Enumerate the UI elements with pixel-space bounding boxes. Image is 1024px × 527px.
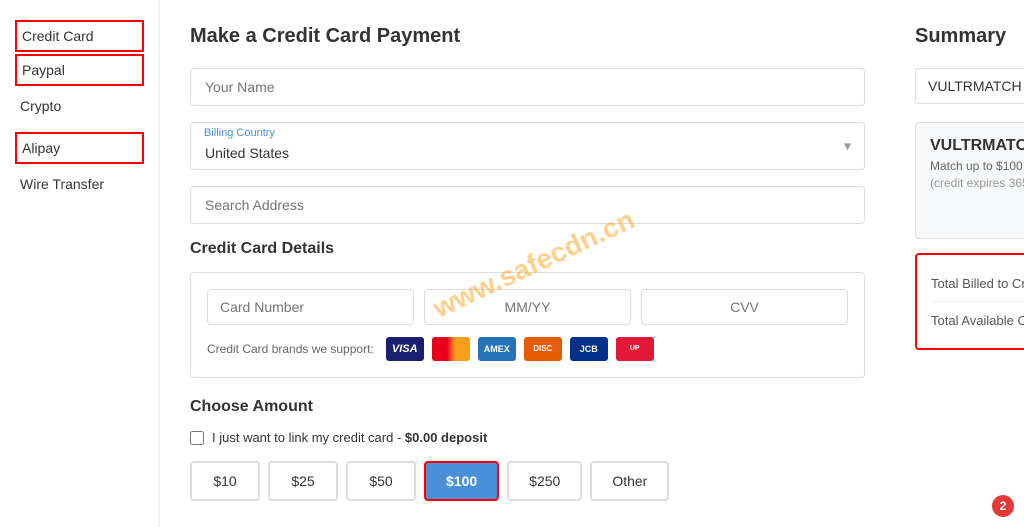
choose-amount-title: Choose Amount bbox=[190, 398, 865, 416]
page-title: Make a Credit Card Payment bbox=[190, 25, 865, 48]
amount-btn-100[interactable]: $100 bbox=[424, 461, 499, 501]
card-brands-row: Credit Card brands we support: VISA AMEX… bbox=[207, 337, 848, 361]
summary-totals: Total Billed to Credit Card +$100.00 Tot… bbox=[915, 253, 1024, 350]
total-credit-row: Total Available Credit $200.00 bbox=[931, 306, 1024, 334]
sidebar-item-crypto[interactable]: Crypto bbox=[15, 90, 144, 122]
amount-btn-other[interactable]: Other bbox=[590, 461, 669, 501]
card-inputs-row bbox=[207, 289, 848, 325]
visa-icon: VISA bbox=[386, 337, 424, 361]
sidebar-item-label: Wire Transfer bbox=[20, 176, 104, 192]
total-billed-row: Total Billed to Credit Card +$100.00 bbox=[931, 269, 1024, 297]
discover-icon: DISC bbox=[524, 337, 562, 361]
card-details-box: Credit Card brands we support: VISA AMEX… bbox=[190, 272, 865, 378]
unionpay-icon: UP bbox=[616, 337, 654, 361]
total-credit-label: Total Available Credit bbox=[931, 313, 1024, 328]
summary-panel: Summary Apply VULTRMATCH +$100.00 Match … bbox=[895, 0, 1024, 527]
link-card-checkbox[interactable] bbox=[190, 431, 204, 445]
summary-title: Summary bbox=[915, 25, 1024, 48]
amount-buttons-row: $10 $25 $50 $100 $250 Other bbox=[190, 461, 865, 501]
billing-country-group: Billing Country United States ▾ bbox=[190, 122, 865, 170]
billing-country-select[interactable]: United States bbox=[190, 122, 865, 170]
total-billed-label: Total Billed to Credit Card bbox=[931, 276, 1024, 291]
card-cvv-input[interactable] bbox=[641, 289, 848, 325]
link-card-row: I just want to link my credit card - $0.… bbox=[190, 430, 865, 445]
amount-btn-25[interactable]: $25 bbox=[268, 461, 338, 501]
link-card-label: I just want to link my credit card - $0.… bbox=[212, 430, 487, 445]
amex-icon: AMEX bbox=[478, 337, 516, 361]
sidebar: Credit Card Paypal Crypto Alipay Wire Tr… bbox=[0, 0, 160, 527]
sidebar-item-paypal[interactable]: Paypal bbox=[15, 54, 144, 86]
mastercard-icon bbox=[432, 337, 470, 361]
card-number-input[interactable] bbox=[207, 289, 414, 325]
search-address-input[interactable] bbox=[190, 186, 865, 224]
your-name-input[interactable] bbox=[190, 68, 865, 106]
promo-name: VULTRMATCH bbox=[930, 137, 1024, 155]
sidebar-item-label: Paypal bbox=[22, 62, 65, 78]
name-field-group bbox=[190, 68, 865, 106]
sidebar-item-label: Alipay bbox=[22, 140, 60, 156]
card-expiry-input[interactable] bbox=[424, 289, 631, 325]
card-brands-label: Credit Card brands we support: bbox=[207, 342, 374, 356]
credit-card-details-title: Credit Card Details bbox=[190, 240, 865, 258]
promo-desc: Match up to $100 bbox=[930, 159, 1024, 173]
billing-country-label: Billing Country bbox=[204, 127, 275, 139]
summary-divider bbox=[931, 301, 1024, 302]
amount-btn-50[interactable]: $50 bbox=[346, 461, 416, 501]
sidebar-item-alipay[interactable]: Alipay bbox=[15, 132, 144, 164]
promo-expiry: (credit expires 365 days after signup) bbox=[930, 176, 1024, 190]
promo-header: VULTRMATCH +$100.00 bbox=[930, 137, 1024, 155]
coupon-input[interactable] bbox=[915, 68, 1024, 104]
coupon-row: Apply bbox=[915, 68, 1024, 104]
amount-btn-250[interactable]: $250 bbox=[507, 461, 582, 501]
sidebar-item-label: Crypto bbox=[20, 98, 61, 114]
jcb-icon: JCB bbox=[570, 337, 608, 361]
sidebar-item-label: Credit Card bbox=[22, 28, 94, 44]
address-field-group bbox=[190, 186, 865, 224]
amount-btn-10[interactable]: $10 bbox=[190, 461, 260, 501]
notification-badge[interactable]: 2 bbox=[992, 495, 1014, 517]
promo-box: VULTRMATCH +$100.00 Match up to $100 (cr… bbox=[915, 122, 1024, 239]
sidebar-item-wire-transfer[interactable]: Wire Transfer bbox=[15, 168, 144, 200]
main-content: Make a Credit Card Payment Billing Count… bbox=[160, 0, 895, 527]
sidebar-item-credit-card[interactable]: Credit Card bbox=[15, 20, 144, 52]
